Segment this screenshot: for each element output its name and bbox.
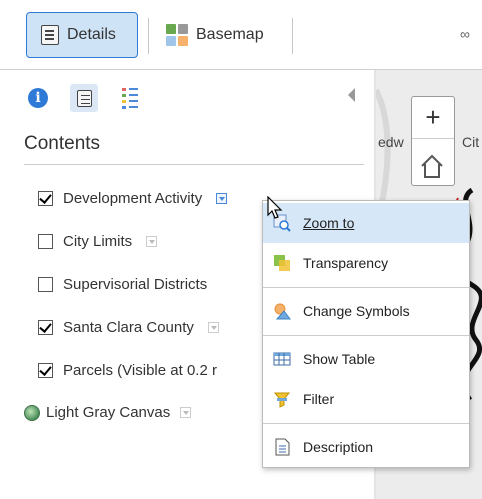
- layer-options-dropdown[interactable]: [207, 322, 219, 333]
- layer-row: Santa Clara County: [38, 319, 219, 336]
- layer-checkbox[interactable]: [38, 234, 53, 249]
- layer-context-menu: Zoom to Transparency Change Symbols Show…: [262, 200, 470, 468]
- contents-title: Contents: [24, 133, 101, 154]
- details-label: Details: [67, 26, 116, 43]
- collapse-panel-icon[interactable]: [348, 88, 355, 102]
- layer-label: Santa Clara County: [63, 319, 194, 336]
- filter-icon: [273, 390, 291, 408]
- layer-options-dropdown[interactable]: [216, 193, 228, 204]
- tab-about[interactable]: i: [24, 84, 52, 112]
- basemap-layer-row: Light Gray Canvas: [24, 404, 192, 421]
- menu-separator: [263, 335, 469, 336]
- menu-separator: [263, 423, 469, 424]
- menu-item-label: Description: [303, 439, 374, 455]
- details-icon: [41, 25, 59, 45]
- globe-icon: [24, 404, 40, 421]
- toolbar-divider: [292, 18, 293, 54]
- toolbar-divider: [148, 18, 149, 54]
- share-link-icon[interactable]: ∞: [460, 26, 482, 40]
- mouse-cursor-icon: [267, 196, 283, 219]
- tab-legend[interactable]: [116, 84, 144, 112]
- layer-checkbox[interactable]: [38, 277, 53, 292]
- title-divider: [24, 164, 364, 165]
- menu-item-filter[interactable]: Filter: [263, 379, 469, 419]
- menu-item-transparency[interactable]: Transparency: [263, 243, 469, 283]
- description-icon: [273, 438, 291, 456]
- legend-icon: [122, 87, 138, 109]
- basemap-button[interactable]: Basemap: [166, 12, 264, 58]
- panel-tabs: i: [24, 84, 144, 112]
- home-button[interactable]: [414, 148, 450, 184]
- menu-item-change-symbols[interactable]: Change Symbols: [263, 291, 469, 331]
- home-icon: [421, 154, 443, 178]
- basemap-options-dropdown[interactable]: [180, 407, 192, 418]
- list-doc-icon: [76, 89, 92, 107]
- layer-row: Supervisorial Districts: [38, 276, 207, 293]
- map-place-label: edw: [378, 134, 404, 150]
- layer-row: Development Activity: [38, 190, 228, 207]
- basemap-layer-label: Light Gray Canvas: [46, 404, 171, 421]
- map-place-label: Cit: [462, 134, 480, 150]
- basemap-grid-icon: [166, 24, 188, 46]
- layer-label: Supervisorial Districts: [63, 276, 208, 293]
- menu-item-description[interactable]: Description: [263, 427, 469, 467]
- top-toolbar: Details Basemap ∞: [0, 0, 482, 70]
- table-icon: [273, 350, 291, 368]
- layer-options-dropdown[interactable]: [146, 236, 158, 247]
- layer-label: City Limits: [63, 233, 133, 250]
- change-symbols-icon: [273, 302, 291, 320]
- menu-separator: [263, 287, 469, 288]
- layer-checkbox[interactable]: [38, 191, 53, 206]
- transparency-icon: [273, 254, 291, 272]
- layer-checkbox[interactable]: [38, 320, 53, 335]
- menu-item-label: Filter: [303, 391, 335, 407]
- layer-row: City Limits: [38, 233, 158, 250]
- layer-label: Development Activity: [63, 190, 203, 207]
- menu-item-zoom-to[interactable]: Zoom to: [263, 203, 469, 243]
- details-button[interactable]: Details: [26, 12, 138, 58]
- menu-item-label: Zoom to: [303, 215, 355, 231]
- basemap-label: Basemap: [196, 26, 264, 43]
- menu-item-label: Change Symbols: [303, 303, 410, 319]
- menu-item-show-table[interactable]: Show Table: [263, 339, 469, 379]
- layer-checkbox[interactable]: [38, 363, 53, 378]
- menu-item-label: Transparency: [303, 255, 389, 271]
- layer-row: Parcels (Visible at 0.2 r: [38, 362, 217, 379]
- info-icon: i: [28, 88, 48, 108]
- layer-label: Parcels (Visible at 0.2 r: [63, 362, 217, 379]
- zoom-in-button[interactable]: +: [412, 97, 454, 139]
- tab-content[interactable]: [70, 84, 98, 112]
- menu-item-label: Show Table: [303, 351, 376, 367]
